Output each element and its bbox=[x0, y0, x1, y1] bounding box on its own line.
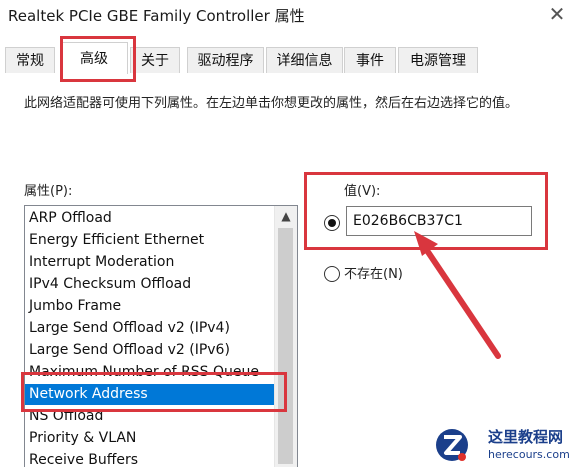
list-item[interactable]: ARP Offload bbox=[25, 208, 275, 229]
chevron-up-icon[interactable]: ▲ bbox=[275, 206, 297, 226]
tab-power-management[interactable]: 电源管理 bbox=[398, 47, 478, 73]
selected-item-highlight bbox=[21, 372, 287, 412]
advanced-tab-highlight bbox=[60, 36, 136, 82]
tab-about[interactable]: 关于 bbox=[130, 47, 180, 73]
close-icon[interactable]: ✕ bbox=[546, 3, 568, 25]
tab-events[interactable]: 事件 bbox=[344, 47, 396, 73]
value-highlight bbox=[304, 172, 548, 250]
tab-general[interactable]: 常规 bbox=[5, 47, 55, 73]
list-item[interactable]: Receive Buffers bbox=[25, 450, 275, 467]
list-item[interactable]: Interrupt Moderation bbox=[25, 252, 275, 273]
tab-details[interactable]: 详细信息 bbox=[266, 47, 343, 73]
scroll-thumb[interactable] bbox=[278, 228, 293, 464]
description-text: 此网络适配器可使用下列属性。在左边单击你想更改的属性，然后在右边选择它的值。 bbox=[24, 96, 519, 111]
watermark-url: herecours.com bbox=[488, 448, 570, 461]
title-bar: Realtek PCIe GBE Family Controller 属性 ✕ bbox=[0, 0, 580, 30]
tab-driver[interactable]: 驱动程序 bbox=[187, 47, 264, 73]
properties-listbox[interactable]: ARP Offload Energy Efficient Ethernet In… bbox=[24, 205, 298, 467]
watermark-name: 这里教程网 bbox=[488, 428, 564, 446]
list-scrollbar[interactable]: ▲ bbox=[274, 206, 297, 467]
logo-icon bbox=[436, 429, 468, 461]
list-item[interactable]: Priority & VLAN bbox=[25, 428, 275, 449]
list-item[interactable]: Energy Efficient Ethernet bbox=[25, 230, 275, 251]
window-title: Realtek PCIe GBE Family Controller 属性 bbox=[8, 7, 305, 25]
not-present-radio[interactable] bbox=[324, 266, 340, 282]
not-present-label: 不存在(N) bbox=[344, 267, 403, 282]
list-item[interactable]: IPv4 Checksum Offload bbox=[25, 274, 275, 295]
properties-label: 属性(P): bbox=[24, 184, 73, 199]
watermark: 这里教程网 herecours.com bbox=[430, 424, 580, 467]
list-item[interactable]: Jumbo Frame bbox=[25, 296, 275, 317]
list-item[interactable]: Large Send Offload v2 (IPv6) bbox=[25, 340, 275, 361]
list-item[interactable]: Large Send Offload v2 (IPv4) bbox=[25, 318, 275, 339]
